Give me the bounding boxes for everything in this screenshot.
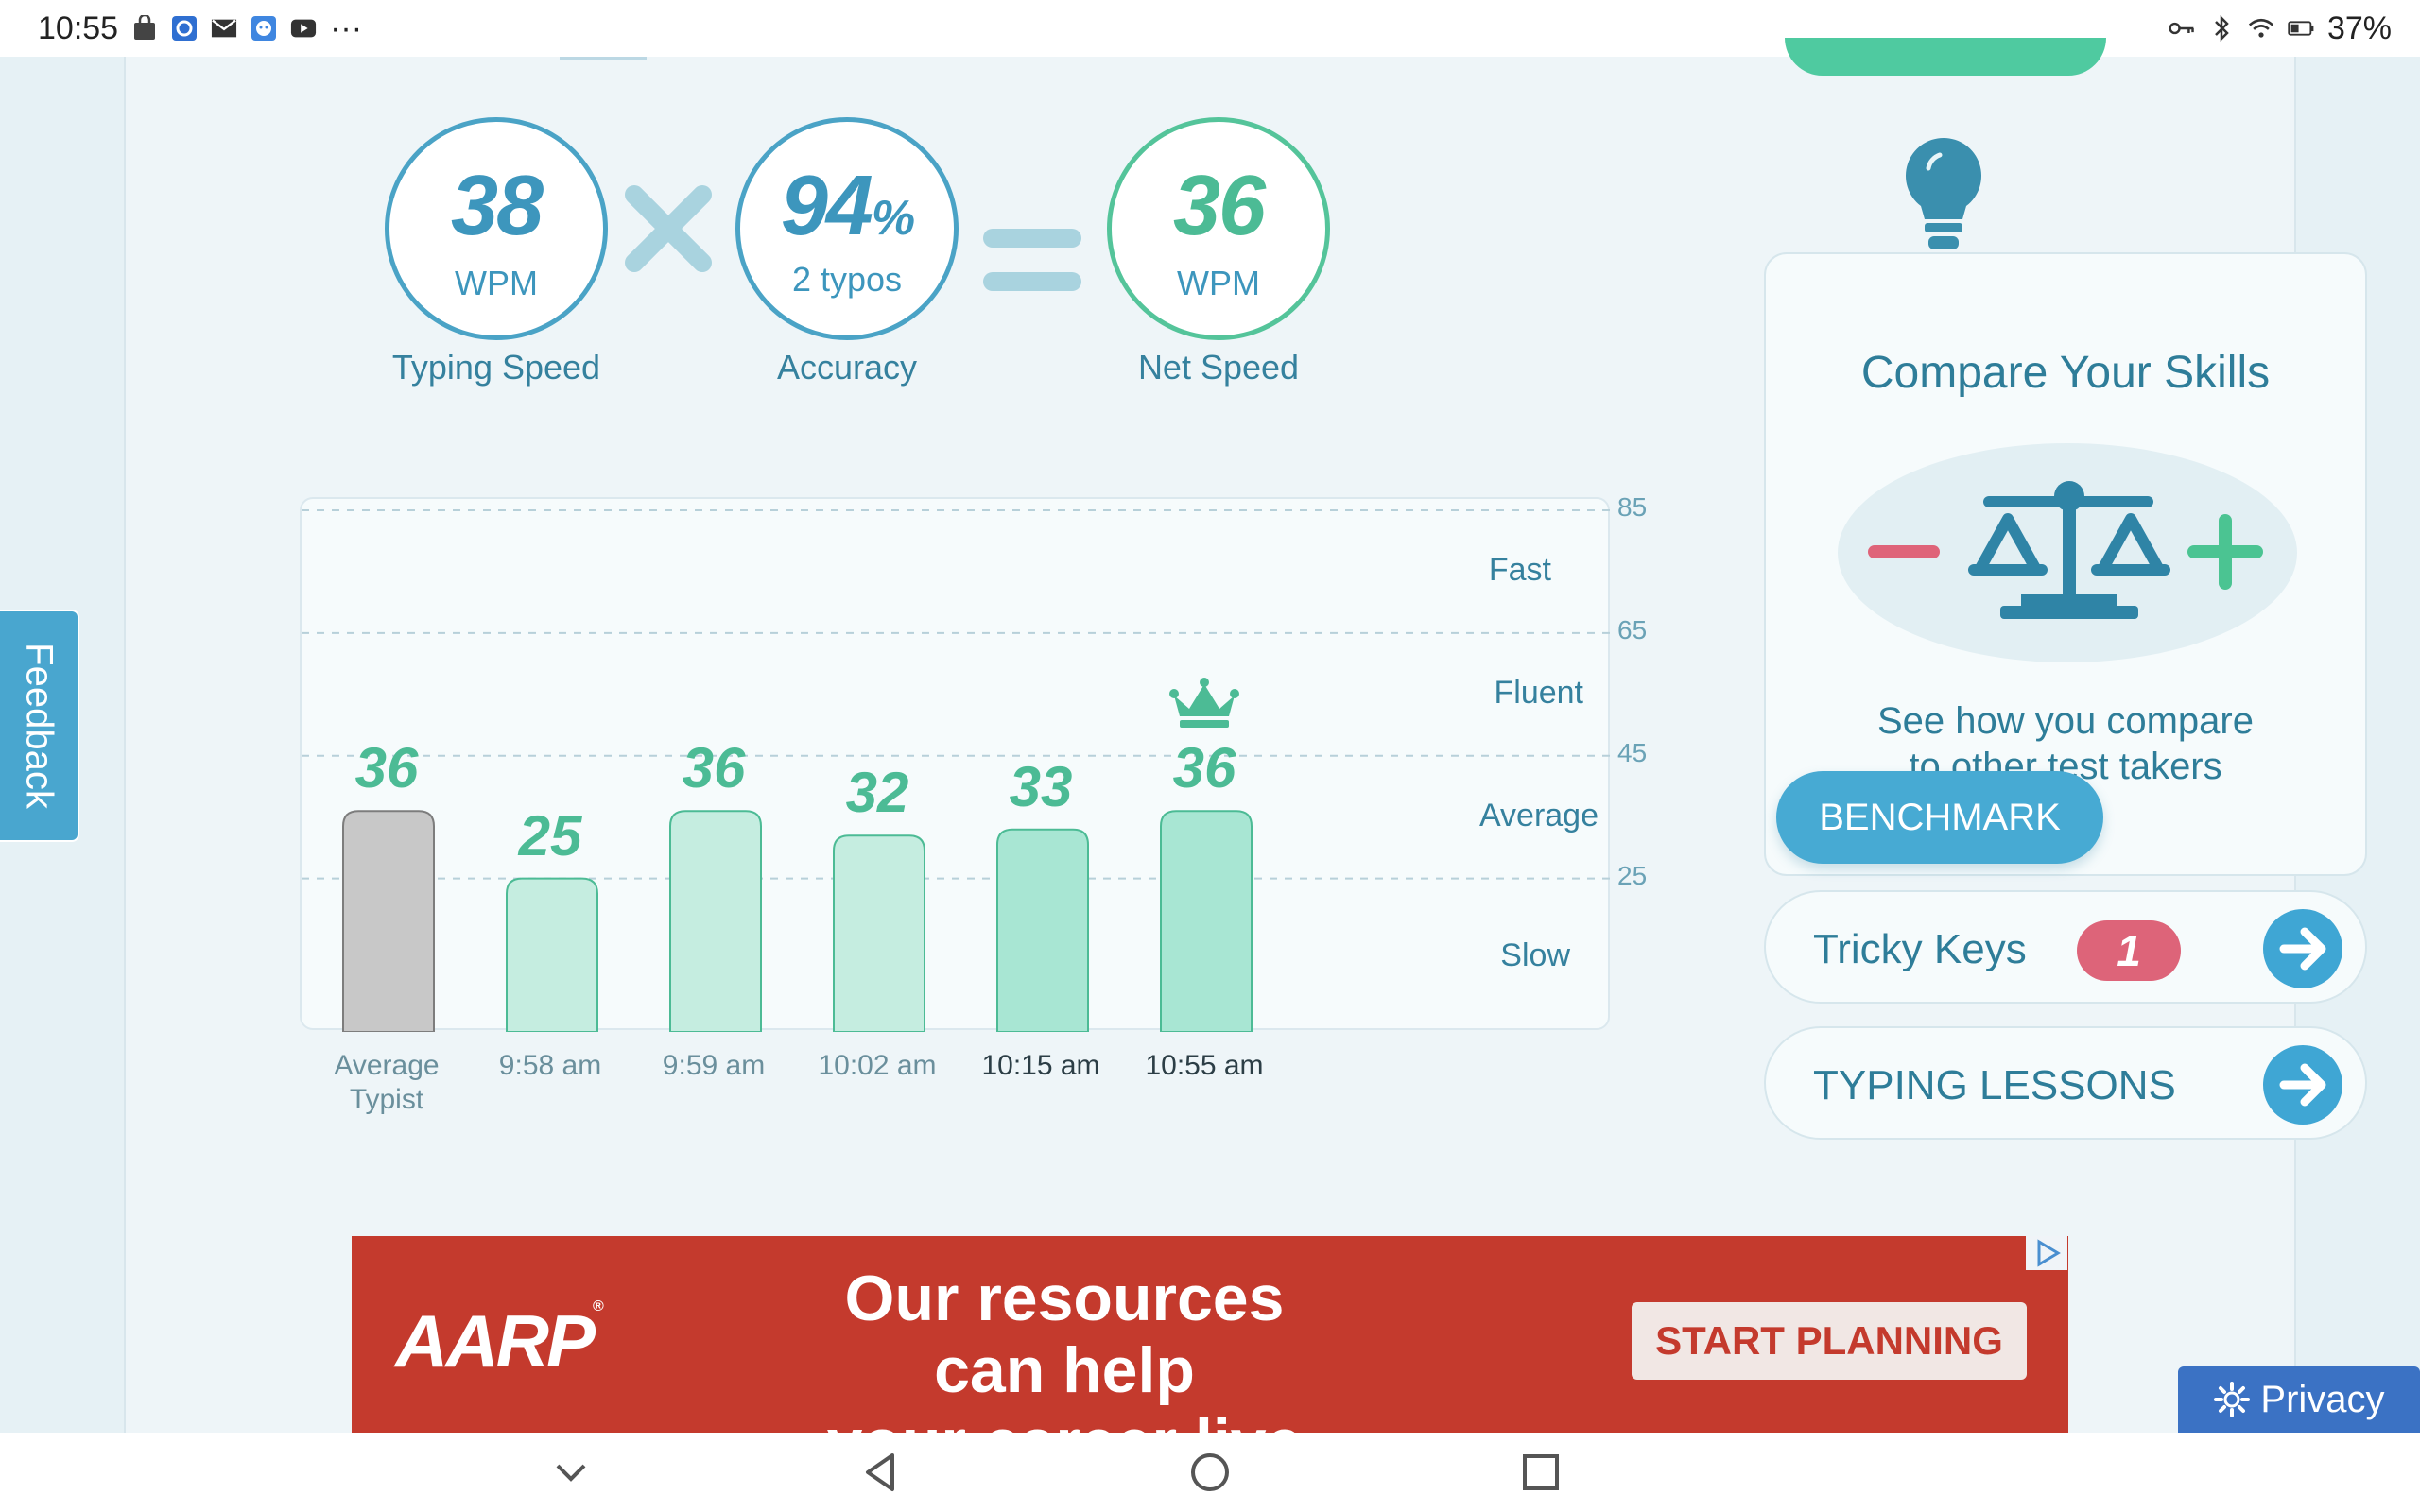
speed-chart: Fast Fluent Average Slow bbox=[300, 497, 1612, 1032]
arrow-right-icon[interactable] bbox=[2263, 1045, 2342, 1125]
chevron-down-icon[interactable] bbox=[541, 1442, 601, 1503]
y-tick-label: 85 bbox=[1617, 492, 1648, 522]
net-speed-unit: WPM bbox=[1177, 264, 1260, 302]
accuracy-label: Accuracy bbox=[776, 348, 918, 387]
typing-speed-value: 38 bbox=[450, 159, 544, 253]
y-tick-label: 25 bbox=[1617, 860, 1648, 890]
y-tick-label: 45 bbox=[1617, 737, 1648, 767]
equals-icon bbox=[981, 183, 1083, 316]
benchmark-button[interactable]: BENCHMARK bbox=[1776, 771, 2103, 864]
bar-value-label: 36 bbox=[354, 736, 419, 800]
x-category-label: 9:59 am bbox=[662, 1050, 766, 1081]
privacy-button[interactable]: Privacy bbox=[2178, 1366, 2420, 1433]
adchoices-icon[interactable] bbox=[2026, 1236, 2067, 1270]
accuracy-circle: 94% 2 typos bbox=[735, 117, 959, 340]
feedback-label: Feedback bbox=[18, 643, 60, 809]
zone-label-slow: Slow bbox=[1500, 937, 1570, 973]
y-tick-label: 65 bbox=[1617, 614, 1648, 644]
battery-icon bbox=[2288, 15, 2314, 42]
bluetooth-icon bbox=[2208, 14, 2235, 43]
ad-line1: Our resources can help bbox=[844, 1263, 1285, 1406]
x-category-label: 10:15 am bbox=[981, 1050, 1100, 1081]
tricky-keys-count: 1 bbox=[2077, 920, 2181, 981]
scales-icon bbox=[1868, 481, 2263, 619]
compare-skills-title: Compare Your Skills bbox=[1860, 348, 2271, 398]
mail-icon bbox=[211, 15, 237, 42]
bar-test-1 bbox=[506, 877, 598, 1032]
ad-logo: AARP® bbox=[395, 1298, 604, 1383]
home-icon[interactable] bbox=[1180, 1442, 1240, 1503]
typing-speed-label: Typing Speed bbox=[391, 348, 601, 387]
accuracy-percent-sign: % bbox=[871, 191, 915, 246]
recents-icon[interactable] bbox=[1511, 1442, 1571, 1503]
net-speed-value: 36 bbox=[1172, 159, 1266, 253]
typing-speed-unit: WPM bbox=[455, 264, 538, 302]
multiply-icon bbox=[625, 161, 712, 293]
tricky-keys-row[interactable]: Tricky Keys 1 bbox=[1764, 890, 2367, 1004]
wifi-icon bbox=[2248, 15, 2274, 42]
chat-icon bbox=[251, 15, 277, 42]
ad-start-planning-button[interactable]: START PLANNING bbox=[1632, 1302, 2027, 1380]
navigation-bar bbox=[0, 1433, 2420, 1512]
lightbulb-icon bbox=[1906, 138, 1981, 249]
ad-banner[interactable]: AARP® Our resources can help your career… bbox=[352, 1236, 2068, 1433]
key-icon bbox=[2169, 15, 2195, 42]
bar-test-3 bbox=[833, 834, 925, 1032]
typing-speed-circle: 38 WPM bbox=[385, 117, 608, 340]
net-speed-circle: 36 WPM bbox=[1107, 117, 1330, 340]
top-action-button[interactable] bbox=[1785, 38, 2106, 76]
bar-test-2 bbox=[669, 810, 762, 1032]
more-notifications: ··· bbox=[330, 9, 363, 46]
bar-test-4 bbox=[996, 828, 1089, 1032]
feedback-tab[interactable]: Feedback bbox=[0, 610, 79, 842]
chart-svg bbox=[302, 509, 1612, 1032]
zone-label-average: Average bbox=[1478, 798, 1599, 833]
bar-value-label: 33 bbox=[1009, 754, 1073, 818]
store-icon bbox=[131, 15, 158, 42]
tricky-keys-label: Tricky Keys bbox=[1813, 926, 2027, 972]
top-tab-indicator bbox=[560, 57, 647, 60]
accuracy-value: 94 bbox=[780, 159, 873, 253]
x-category-label: 9:58 am bbox=[498, 1050, 602, 1081]
ad-line2: your career live longer. bbox=[800, 1406, 1329, 1433]
bar-average-typist bbox=[342, 810, 435, 1032]
status-time: 10:55 bbox=[38, 9, 119, 46]
zone-label-fast: Fast bbox=[1488, 552, 1551, 588]
typing-lessons-row[interactable]: TYPING LESSONS bbox=[1764, 1026, 2367, 1140]
bar-value-label: 36 bbox=[682, 736, 746, 800]
battery-level: 37% bbox=[2326, 9, 2392, 46]
arrow-right-icon[interactable] bbox=[2263, 909, 2342, 988]
privacy-label: Privacy bbox=[2260, 1378, 2385, 1420]
net-speed-label: Net Speed bbox=[1137, 348, 1300, 387]
back-icon[interactable] bbox=[851, 1442, 911, 1503]
gear-icon bbox=[2214, 1382, 2251, 1418]
bar-value-label: 36 bbox=[1172, 736, 1236, 800]
bar-value-label: 25 bbox=[518, 803, 582, 868]
typing-lessons-label: TYPING LESSONS bbox=[1813, 1062, 2176, 1108]
zone-label-fluent: Fluent bbox=[1494, 675, 1584, 711]
accuracy-typos: 2 typos bbox=[791, 260, 903, 299]
sync-icon bbox=[171, 15, 198, 42]
x-category-label: 10:02 am bbox=[818, 1050, 937, 1081]
results-page: 38 WPM Typing Speed 94% 2 typos Accuracy… bbox=[124, 38, 2367, 1433]
compare-desc-line1: See how you compare bbox=[1876, 700, 2254, 742]
crown-icon bbox=[1169, 678, 1239, 729]
bar-test-5 bbox=[1160, 810, 1253, 1032]
video-icon bbox=[290, 15, 317, 42]
x-category-label: 10:55 am bbox=[1145, 1050, 1264, 1081]
bar-value-label: 32 bbox=[845, 761, 909, 825]
x-category-label: Average Typist bbox=[334, 1050, 440, 1115]
